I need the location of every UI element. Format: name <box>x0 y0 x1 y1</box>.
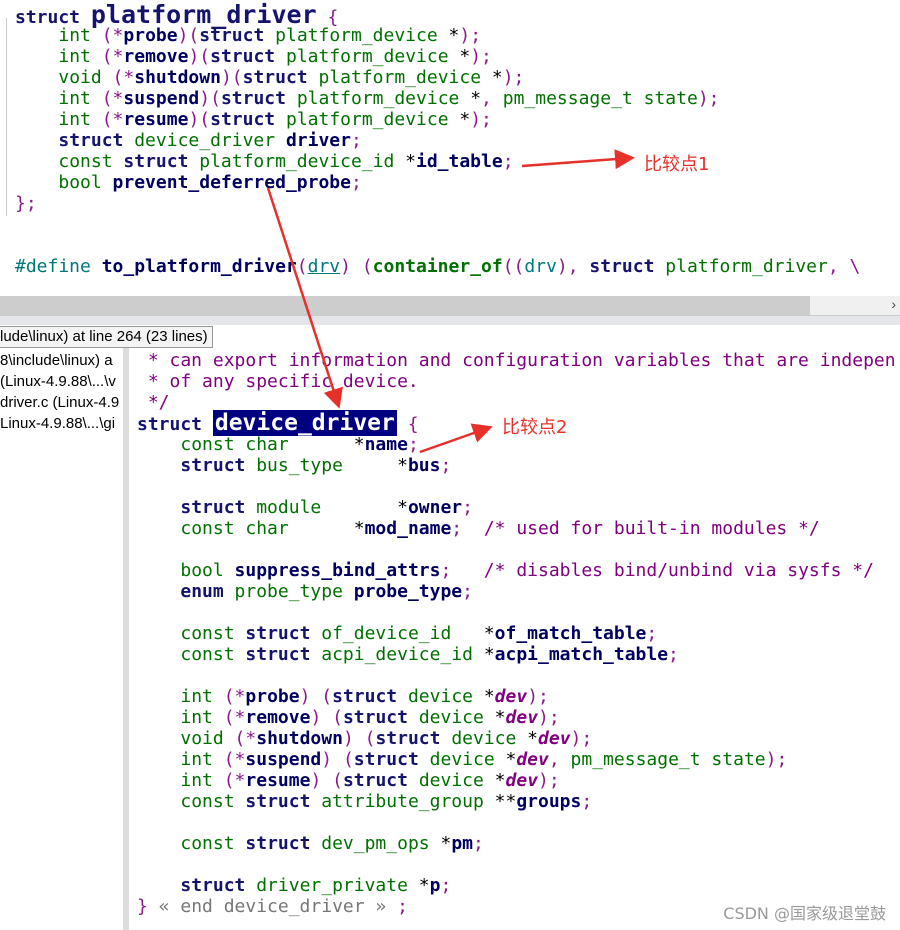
watermark: CSDN @国家级退堂鼓 <box>723 904 886 923</box>
arrow-connector <box>266 187 343 409</box>
annotation-label-2: 比较点2 <box>502 417 568 438</box>
arrow-1 <box>521 149 635 170</box>
arrow-2 <box>419 423 493 454</box>
annotation-overlay <box>266 149 635 454</box>
annotation-label-1: 比较点1 <box>644 154 710 175</box>
